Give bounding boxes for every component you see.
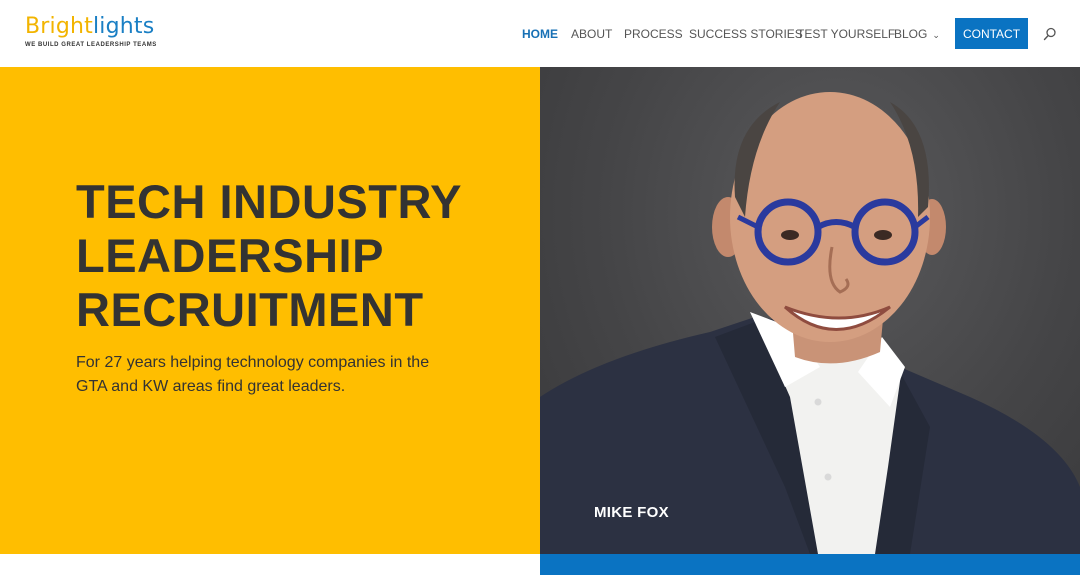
bottom-strip-right: [540, 554, 1080, 575]
photo-caption: MIKE FOX: [594, 504, 669, 521]
logo-word-bright: Bright: [25, 14, 93, 39]
hero-text-panel: TECH INDUSTRY LEADERSHIP RECRUITMENT For…: [0, 67, 540, 554]
nav-item-about[interactable]: ABOUT: [571, 27, 612, 41]
chevron-down-icon: ⌄: [932, 30, 940, 40]
hero-title: TECH INDUSTRY LEADERSHIP RECRUITMENT: [76, 175, 496, 337]
nav-item-test-yourself[interactable]: TEST YOURSELF: [797, 27, 895, 41]
nav-item-blog[interactable]: BLOG ⌄: [894, 27, 940, 41]
hero-title-line: TECH INDUSTRY: [76, 175, 462, 228]
nav-item-blog-label: BLOG: [894, 27, 928, 41]
hero-photo-panel: MIKE FOX: [540, 67, 1080, 554]
bottom-strip-left: [0, 554, 540, 575]
nav-item-process[interactable]: PROCESS: [624, 27, 683, 41]
nav-item-home[interactable]: HOME: [522, 27, 558, 41]
hero-title-line: LEADERSHIP: [76, 229, 384, 282]
hero-subtitle: For 27 years helping technology companie…: [76, 354, 430, 395]
site-header: Brightlights WE BUILD GREAT LEADERSHIP T…: [0, 0, 1080, 67]
logo-word-lights: lights: [92, 14, 155, 39]
logo-wordmark: Brightlights: [25, 15, 170, 39]
search-icon[interactable]: [1043, 27, 1057, 41]
nav-item-success-stories[interactable]: SUCCESS STORIES: [689, 27, 803, 41]
portrait-photo: [540, 92, 1080, 554]
logo-tagline: WE BUILD GREAT LEADERSHIP TEAMS: [25, 42, 157, 48]
contact-button[interactable]: CONTACT: [955, 18, 1028, 49]
hero-title-line: RECRUITMENT: [76, 283, 424, 336]
brightlights-logo[interactable]: Brightlights WE BUILD GREAT LEADERSHIP T…: [25, 15, 170, 53]
